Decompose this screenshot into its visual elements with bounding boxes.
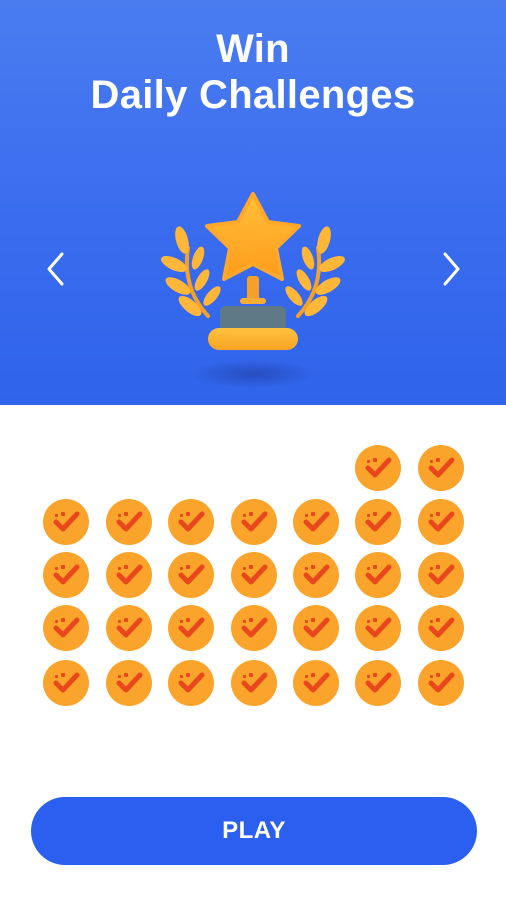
- check-badge-icon: [116, 672, 143, 693]
- check-badge-icon: [241, 672, 268, 693]
- day-completed[interactable]: [293, 552, 339, 598]
- day-completed[interactable]: [168, 660, 214, 706]
- day-completed[interactable]: [293, 499, 339, 545]
- day-completed[interactable]: [43, 660, 89, 706]
- check-badge-icon: [241, 511, 268, 532]
- day-completed[interactable]: [293, 660, 339, 706]
- day-completed[interactable]: [43, 499, 89, 545]
- chevron-right-icon: [443, 252, 460, 286]
- day-completed[interactable]: [355, 499, 401, 545]
- check-badge-icon: [428, 617, 455, 638]
- day-completed[interactable]: [231, 552, 277, 598]
- check-badge-icon: [116, 564, 143, 585]
- check-badge-icon: [178, 564, 205, 585]
- day-completed[interactable]: [106, 605, 152, 651]
- check-badge-icon: [303, 511, 330, 532]
- check-badge-icon: [428, 672, 455, 693]
- day-completed[interactable]: [355, 605, 401, 651]
- check-badge-icon: [178, 672, 205, 693]
- check-badge-icon: [365, 564, 392, 585]
- day-completed[interactable]: [231, 499, 277, 545]
- check-badge-icon: [303, 617, 330, 638]
- day-completed[interactable]: [231, 605, 277, 651]
- chevron-left-icon: [47, 252, 64, 286]
- day-completed[interactable]: [293, 605, 339, 651]
- next-button[interactable]: [431, 246, 471, 292]
- title-line-1: Win: [216, 27, 290, 71]
- daily-challenge-calendar: [0, 405, 506, 785]
- check-badge-icon: [53, 564, 80, 585]
- check-badge-icon: [303, 564, 330, 585]
- title-line-2: Daily Challenges: [90, 73, 416, 117]
- check-badge-icon: [365, 511, 392, 532]
- day-completed[interactable]: [106, 660, 152, 706]
- check-badge-icon: [303, 672, 330, 693]
- day-completed[interactable]: [418, 445, 464, 491]
- check-badge-icon: [428, 564, 455, 585]
- day-completed[interactable]: [168, 499, 214, 545]
- day-completed[interactable]: [43, 605, 89, 651]
- day-completed[interactable]: [355, 660, 401, 706]
- day-completed[interactable]: [231, 660, 277, 706]
- check-badge-icon: [116, 617, 143, 638]
- check-badge-icon: [365, 672, 392, 693]
- check-badge-icon: [53, 672, 80, 693]
- check-badge-icon: [178, 511, 205, 532]
- day-completed[interactable]: [418, 552, 464, 598]
- play-button[interactable]: PLAY: [31, 797, 477, 865]
- page-title: Win Daily Challenges: [0, 26, 506, 118]
- check-badge-icon: [365, 457, 392, 478]
- day-completed[interactable]: [418, 605, 464, 651]
- check-badge-icon: [428, 511, 455, 532]
- star-trophy-icon: [161, 192, 345, 388]
- day-completed[interactable]: [168, 605, 214, 651]
- check-badge-icon: [178, 617, 205, 638]
- check-badge-icon: [53, 511, 80, 532]
- day-completed[interactable]: [106, 499, 152, 545]
- day-completed[interactable]: [106, 552, 152, 598]
- day-completed[interactable]: [418, 660, 464, 706]
- check-badge-icon: [365, 617, 392, 638]
- day-completed[interactable]: [355, 552, 401, 598]
- previous-button[interactable]: [36, 246, 76, 292]
- day-completed[interactable]: [355, 445, 401, 491]
- day-completed[interactable]: [168, 552, 214, 598]
- check-badge-icon: [428, 457, 455, 478]
- day-completed[interactable]: [43, 552, 89, 598]
- check-badge-icon: [241, 564, 268, 585]
- day-completed[interactable]: [418, 499, 464, 545]
- hero-banner: Win Daily Challenges: [0, 0, 506, 405]
- check-badge-icon: [53, 617, 80, 638]
- check-badge-icon: [116, 511, 143, 532]
- check-badge-icon: [241, 617, 268, 638]
